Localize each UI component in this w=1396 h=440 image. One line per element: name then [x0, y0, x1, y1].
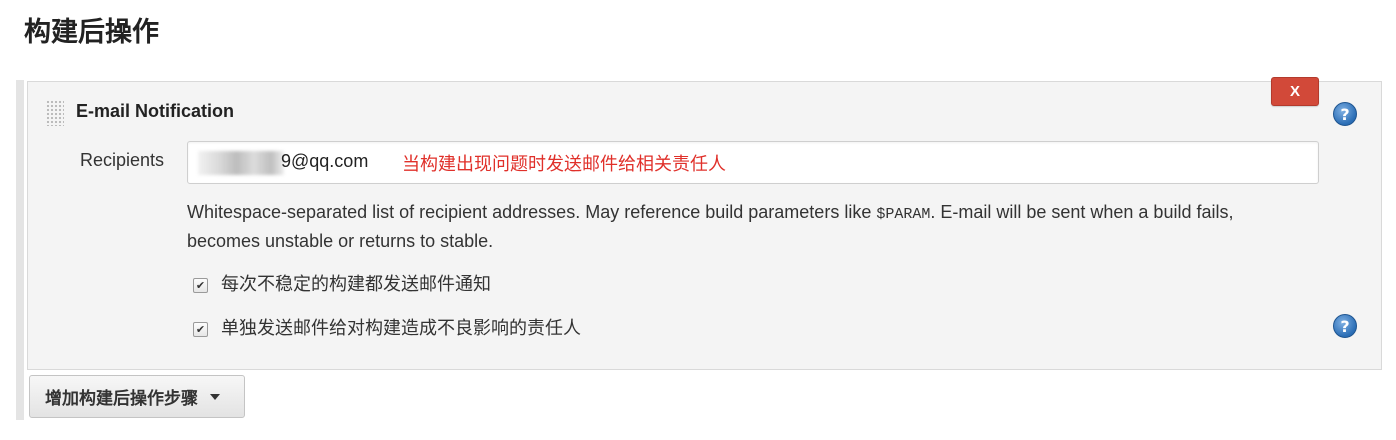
section-title: 构建后操作 — [24, 17, 159, 48]
recipients-label: Recipients — [80, 150, 165, 170]
add-step-label: 增加构建后操作步骤 — [45, 389, 198, 409]
redacted-text-mask — [198, 151, 284, 175]
drag-handle-icon[interactable] — [46, 100, 64, 126]
option-individual-row[interactable]: ✔ 单独发送邮件给对构建造成不良影响的责任人 — [193, 314, 581, 340]
help-icon[interactable]: ? — [1333, 314, 1357, 338]
recipients-annotation: 当构建出现问题时发送邮件给相关责任人 — [402, 154, 726, 175]
recipients-input[interactable]: 9@qq.com 当构建出现问题时发送邮件给相关责任人 — [187, 141, 1319, 184]
recipients-value: 9@qq.com — [281, 151, 369, 171]
unstable-checkbox[interactable]: ✔ — [193, 277, 208, 293]
individual-checkbox[interactable]: ✔ — [193, 321, 208, 337]
option-unstable-row[interactable]: ✔ 每次不稳定的构建都发送邮件通知 — [193, 270, 491, 296]
help-icon[interactable]: ? — [1333, 102, 1357, 126]
section-left-bar — [16, 80, 24, 420]
unstable-checkbox-label[interactable]: 每次不稳定的构建都发送邮件通知 — [221, 270, 491, 296]
chevron-down-icon — [210, 393, 220, 400]
add-post-build-step-button[interactable]: 增加构建后操作步骤 — [29, 375, 245, 418]
panel-title: E-mail Notification — [76, 101, 235, 121]
help-text-code: $PARAM — [876, 206, 931, 223]
help-text-before: Whitespace-separated list of recipient a… — [187, 202, 877, 222]
individual-checkbox-label[interactable]: 单独发送邮件给对构建造成不良影响的责任人 — [221, 314, 581, 340]
recipients-help-text: Whitespace-separated list of recipient a… — [187, 199, 1297, 254]
delete-step-button[interactable]: X — [1271, 77, 1319, 106]
